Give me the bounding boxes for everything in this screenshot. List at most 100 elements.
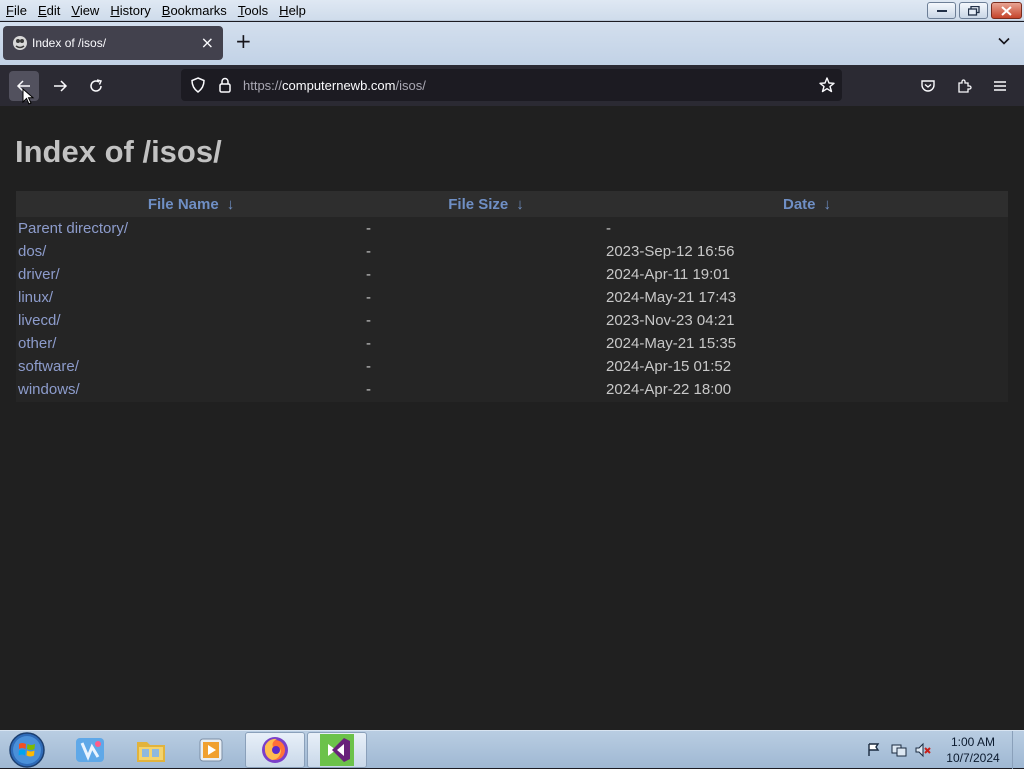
column-header-file-name[interactable]: File Name ↓ bbox=[16, 191, 366, 217]
app-menu-button[interactable] bbox=[985, 71, 1015, 101]
file-name-cell: livecd/ bbox=[16, 309, 366, 332]
taskbar-item-explorer[interactable] bbox=[121, 732, 181, 768]
date-cell: 2023-Sep-12 16:56 bbox=[606, 243, 735, 260]
table-header-row: File Name ↓ File Size ↓ Date ↓ bbox=[16, 191, 1008, 217]
directory-link-linux[interactable]: linux/ bbox=[18, 289, 53, 306]
reload-icon bbox=[90, 79, 103, 92]
sort-arrow-icon: ↓ bbox=[823, 195, 832, 213]
menu-edit[interactable]: Edit bbox=[38, 3, 60, 18]
navigation-toolbar: https://computernewb.com/isos/ bbox=[0, 65, 1024, 106]
control-panel-icon bbox=[76, 738, 104, 762]
taskbar: 1:00 AM 10/7/2024 bbox=[0, 730, 1024, 769]
column-header-file-size[interactable]: File Size ↓ bbox=[366, 191, 606, 217]
reload-button[interactable] bbox=[81, 71, 111, 101]
column-header-date[interactable]: Date ↓ bbox=[606, 191, 1008, 217]
file-size-cell: - bbox=[366, 381, 371, 398]
restore-button[interactable] bbox=[959, 2, 988, 19]
firefox-icon bbox=[262, 737, 288, 763]
clock-date: 10/7/2024 bbox=[946, 751, 1000, 765]
taskbar-item-firefox[interactable] bbox=[245, 732, 305, 768]
windows-start-orb-icon bbox=[9, 732, 45, 768]
mouse-cursor-icon bbox=[22, 88, 35, 105]
tab-close-button[interactable]: × bbox=[201, 33, 214, 52]
menu-file[interactable]: File bbox=[6, 3, 27, 18]
minimize-icon bbox=[936, 9, 947, 12]
table-row: software/ - 2024-Apr-15 01:52 bbox=[16, 355, 1008, 378]
favicon-icon bbox=[13, 36, 27, 50]
show-desktop-button[interactable] bbox=[1012, 731, 1024, 769]
tab-title: Index of /isos/ bbox=[32, 36, 107, 50]
file-size-cell: - bbox=[366, 220, 371, 237]
menu-view[interactable]: View bbox=[71, 3, 99, 18]
table-row: driver/ - 2024-Apr-11 19:01 bbox=[16, 263, 1008, 286]
table-row: Parent directory/ - - bbox=[16, 217, 1008, 240]
menu-help[interactable]: Help bbox=[279, 3, 306, 18]
file-table: File Name ↓ File Size ↓ Date ↓ Parent direc… bbox=[16, 191, 1008, 401]
url-text[interactable]: https://computernewb.com/isos/ bbox=[243, 78, 426, 93]
tracking-protection-shield-icon[interactable] bbox=[189, 76, 207, 94]
table-row: linux/ - 2024-May-21 17:43 bbox=[16, 286, 1008, 309]
file-name-cell: dos/ bbox=[16, 240, 366, 263]
list-all-tabs-icon[interactable] bbox=[997, 34, 1011, 48]
file-name-cell: windows/ bbox=[16, 378, 366, 401]
date-cell: 2024-Apr-11 19:01 bbox=[606, 266, 730, 283]
page-title: Index of /isos/ bbox=[15, 134, 222, 169]
tab-active[interactable]: Index of /isos/ × bbox=[3, 26, 223, 60]
file-name-cell: driver/ bbox=[16, 263, 366, 286]
pocket-button[interactable] bbox=[913, 71, 943, 101]
puzzle-piece-icon bbox=[958, 79, 972, 93]
date-cell: 2024-May-21 17:43 bbox=[606, 289, 737, 306]
table-row: livecd/ - 2023-Nov-23 04:21 bbox=[16, 309, 1008, 332]
taskbar-item-media-player[interactable] bbox=[181, 732, 241, 768]
directory-link-software[interactable]: software/ bbox=[18, 358, 79, 375]
sort-arrow-icon: ↓ bbox=[226, 195, 235, 213]
action-center-flag-icon[interactable] bbox=[866, 742, 882, 758]
restore-icon bbox=[967, 5, 980, 16]
parent-directory-link[interactable]: Parent directory/ bbox=[18, 220, 128, 237]
clock-time: 1:00 AM bbox=[950, 735, 996, 749]
menu-tools[interactable]: Tools bbox=[238, 3, 268, 18]
url-host: computernewb.com bbox=[282, 78, 396, 93]
directory-link-dos[interactable]: dos/ bbox=[18, 243, 46, 260]
directory-link-windows[interactable]: windows/ bbox=[18, 381, 80, 398]
folder-icon bbox=[137, 742, 165, 762]
table-row: windows/ - 2024-Apr-22 18:00 bbox=[16, 378, 1008, 401]
hamburger-menu-icon bbox=[994, 81, 1006, 91]
url-bar[interactable]: https://computernewb.com/isos/ bbox=[181, 69, 842, 101]
taskbar-item-visual-studio[interactable] bbox=[307, 732, 367, 768]
file-name-cell: other/ bbox=[16, 332, 366, 355]
directory-link-driver[interactable]: driver/ bbox=[18, 266, 60, 283]
visual-studio-icon bbox=[320, 734, 354, 766]
file-size-cell: - bbox=[366, 243, 371, 260]
window-controls bbox=[927, 2, 1022, 19]
menu-history[interactable]: History bbox=[110, 3, 150, 18]
file-size-cell: - bbox=[366, 312, 371, 329]
file-size-cell: - bbox=[366, 358, 371, 375]
date-cell: 2023-Nov-23 04:21 bbox=[606, 312, 735, 329]
table-row: other/ - 2024-May-21 15:35 bbox=[16, 332, 1008, 355]
forward-arrow-icon bbox=[54, 80, 68, 92]
lock-icon[interactable] bbox=[216, 76, 234, 94]
close-window-button[interactable] bbox=[991, 2, 1022, 19]
menu-bar: File Edit View History Bookmarks Tools H… bbox=[0, 0, 1024, 21]
start-button[interactable] bbox=[0, 732, 54, 768]
date-cell: 2024-Apr-22 18:00 bbox=[606, 381, 732, 398]
directory-link-other[interactable]: other/ bbox=[18, 335, 56, 352]
directory-link-livecd[interactable]: livecd/ bbox=[18, 312, 61, 329]
minimize-button[interactable] bbox=[927, 2, 956, 19]
column-label: File Name bbox=[147, 195, 219, 213]
column-label: File Size bbox=[448, 195, 509, 213]
extensions-button[interactable] bbox=[949, 71, 979, 101]
network-icon[interactable] bbox=[890, 742, 908, 758]
forward-button[interactable] bbox=[45, 71, 75, 101]
menu-bookmarks[interactable]: Bookmarks bbox=[162, 3, 227, 18]
system-clock[interactable]: 1:00 AM 10/7/2024 bbox=[944, 734, 1002, 766]
new-tab-button[interactable]: + bbox=[235, 31, 252, 51]
tab-strip: Index of /isos/ × + bbox=[0, 22, 1024, 65]
bookmark-star-icon[interactable] bbox=[818, 76, 836, 94]
file-name-cell: Parent directory/ bbox=[16, 217, 366, 240]
close-icon bbox=[1001, 5, 1012, 16]
taskbar-item-app[interactable] bbox=[60, 732, 120, 768]
volume-muted-icon[interactable] bbox=[914, 742, 932, 758]
file-listing: File Name ↓ File Size ↓ Date ↓ Parent direc… bbox=[16, 191, 1008, 402]
